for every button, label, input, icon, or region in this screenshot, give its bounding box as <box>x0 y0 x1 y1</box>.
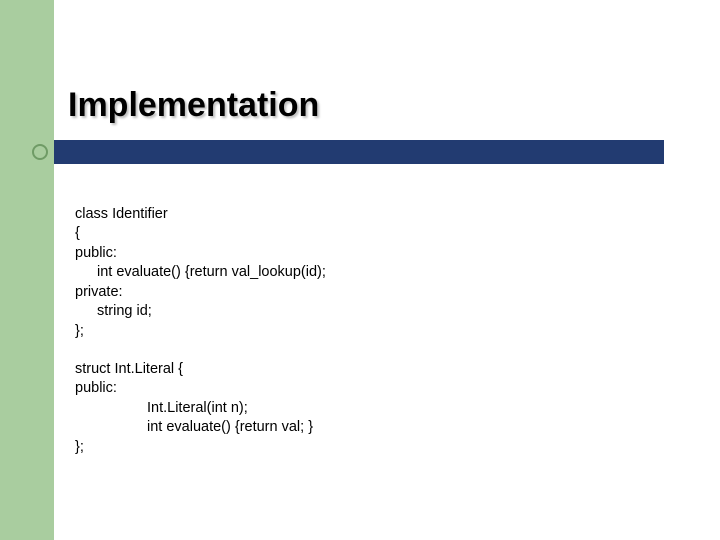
left-accent-band <box>0 0 54 540</box>
code-line: class Identifier <box>75 206 168 222</box>
code-line: { <box>75 225 80 241</box>
code-line: int evaluate() {return val_lookup(id); <box>75 263 326 283</box>
code-line: public: <box>75 380 117 396</box>
title-underline-bar <box>54 140 664 164</box>
code-line: Int.Literal(int n); <box>75 399 248 419</box>
bullet-ring-icon <box>32 144 48 160</box>
code-block-identifier: class Identifier { public: int evaluate(… <box>75 185 326 342</box>
code-block-intliteral: struct Int.Literal { public: Int.Literal… <box>75 340 313 457</box>
code-line: struct Int.Literal { <box>75 361 183 377</box>
code-line: }; <box>75 323 84 339</box>
code-line: public: <box>75 245 117 261</box>
code-line: private: <box>75 284 123 300</box>
slide-title: Implementation <box>68 86 319 125</box>
code-line: }; <box>75 439 84 455</box>
code-line: int evaluate() {return val; } <box>75 418 313 438</box>
code-line: string id; <box>75 302 152 322</box>
